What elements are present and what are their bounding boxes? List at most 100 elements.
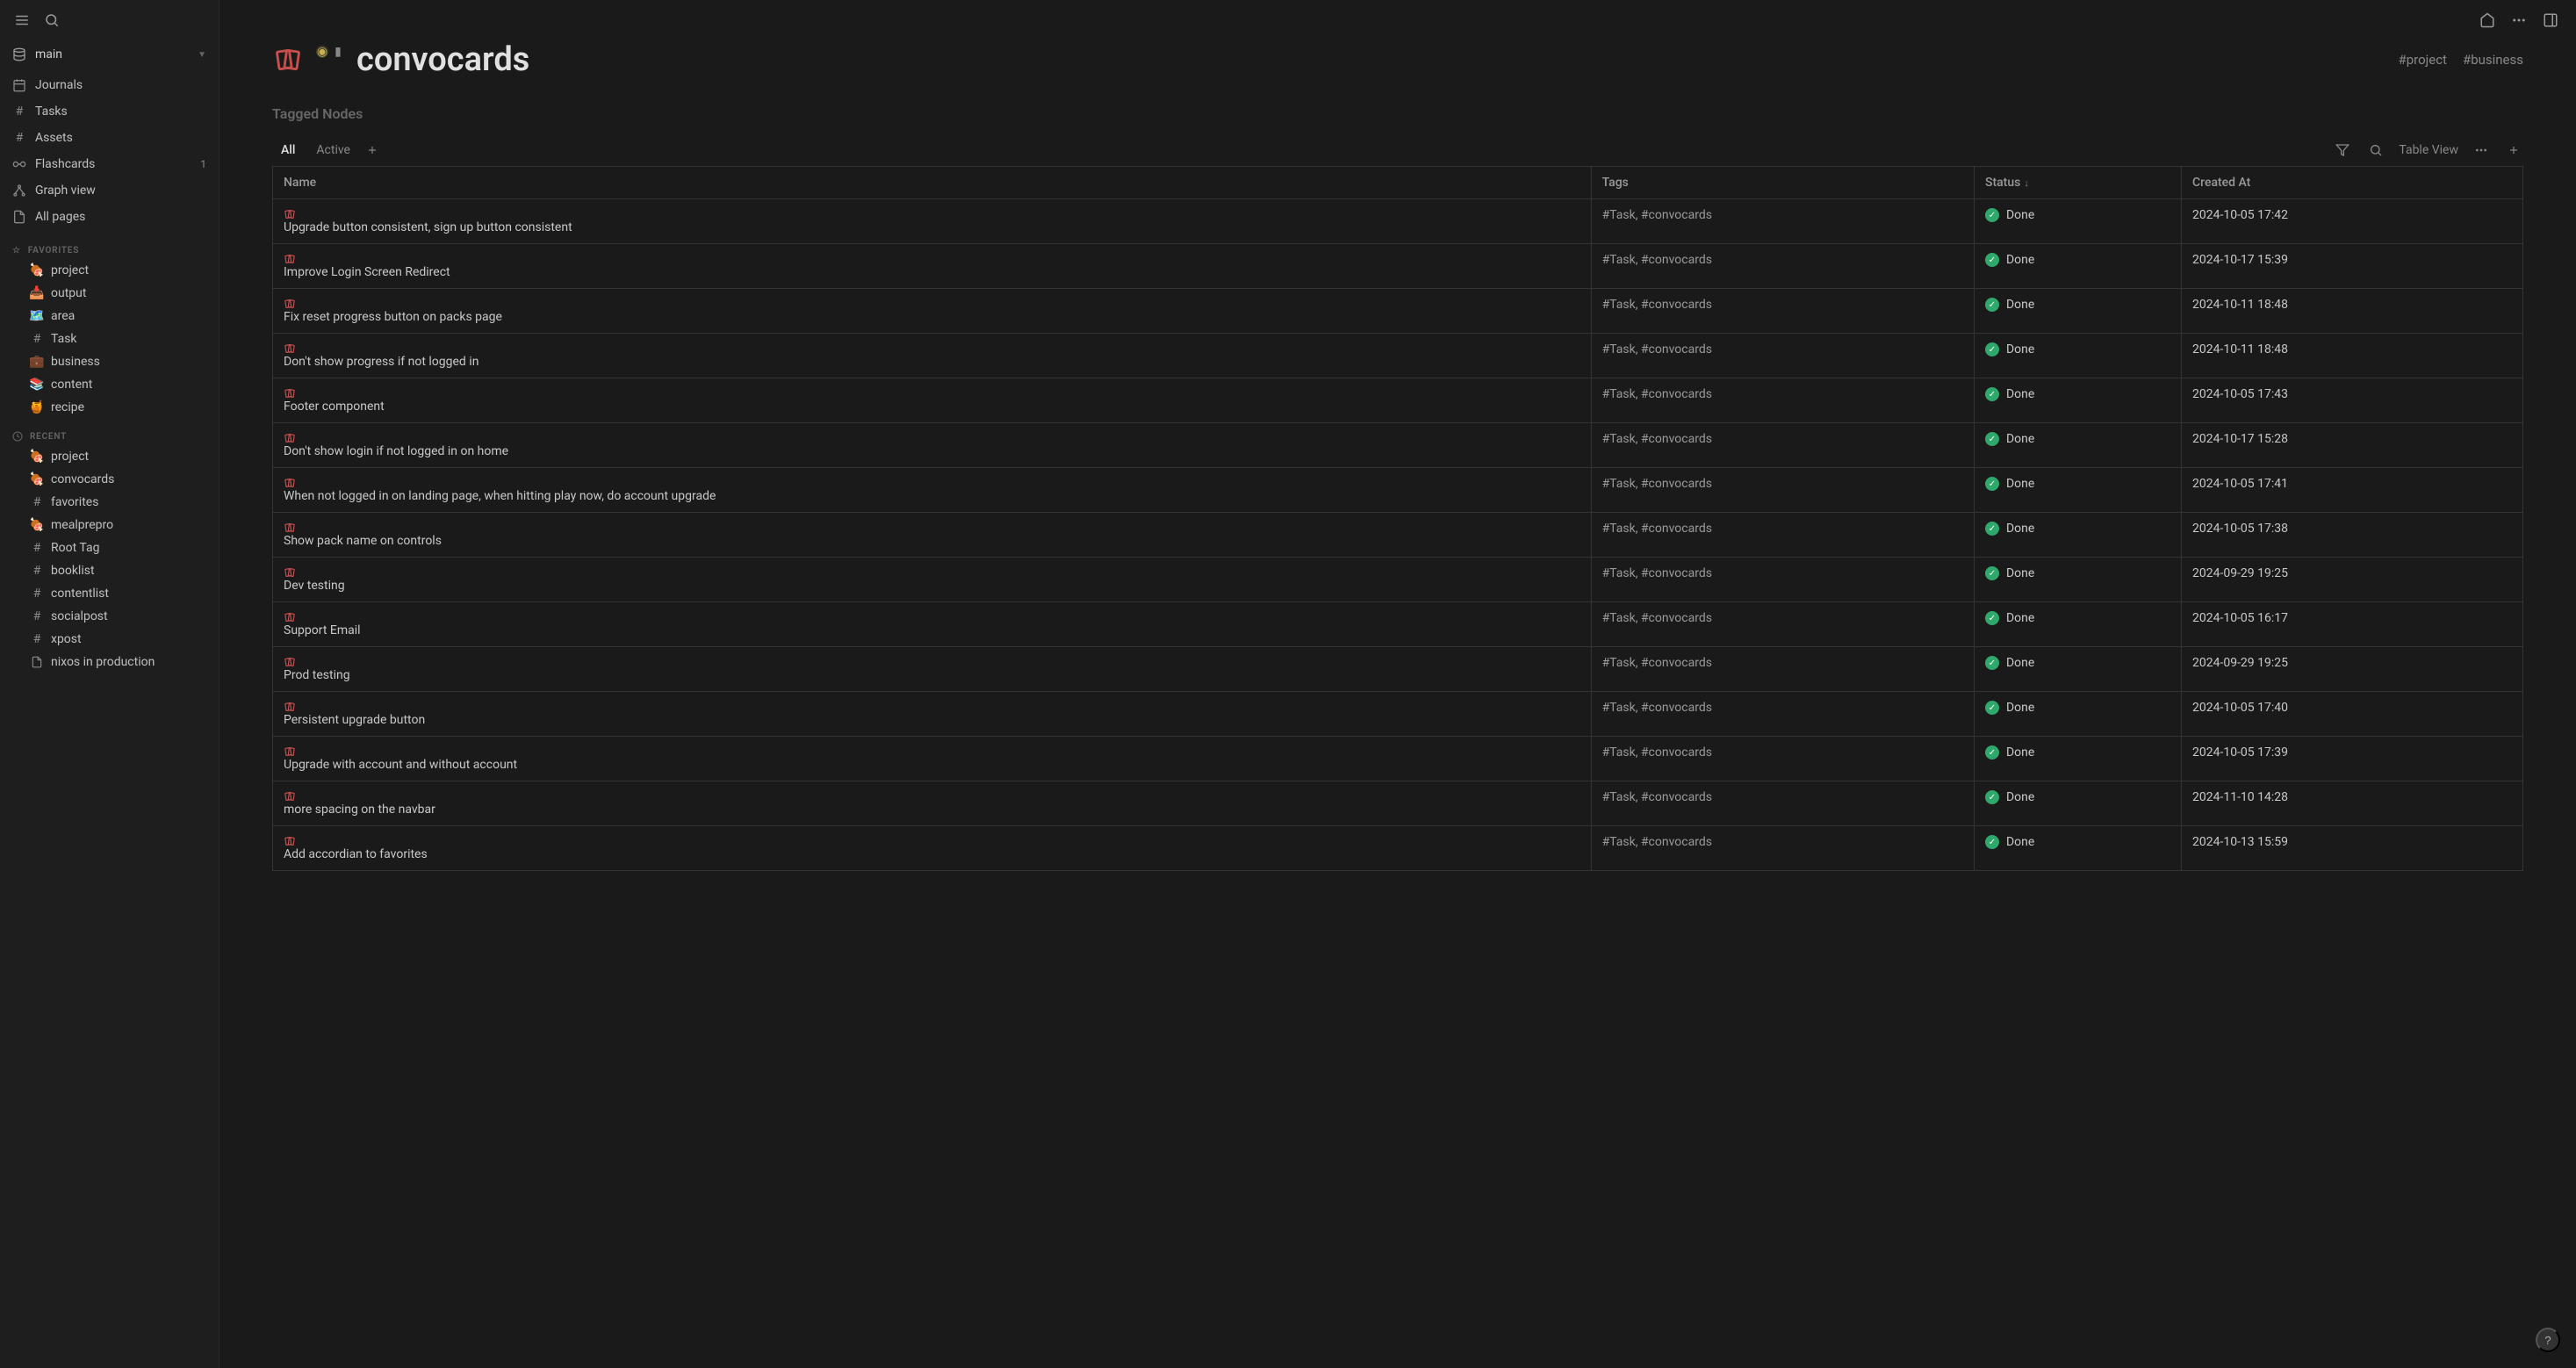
task-name: Add accordian to favorites	[284, 847, 428, 861]
table-row[interactable]: Dev testing#Task, #convocards✓Done2024-0…	[273, 558, 2523, 602]
task-name: Don't show login if not logged in on hom…	[284, 444, 508, 458]
item-label: project	[51, 263, 89, 277]
recent-item[interactable]: 🍖mealprepro	[0, 514, 219, 536]
recent-item[interactable]: 🍖convocards	[0, 468, 219, 491]
favorite-item[interactable]: 📥output	[0, 282, 219, 305]
status-done-icon: ✓	[1985, 656, 1999, 670]
search-button[interactable]	[44, 12, 60, 28]
status-label: Done	[2006, 432, 2034, 446]
cards-icon	[284, 208, 1580, 220]
table-search-button[interactable]	[2365, 140, 2386, 161]
task-name: Prod testing	[284, 668, 350, 682]
home-button[interactable]	[2479, 12, 2495, 28]
table-row[interactable]: Improve Login Screen Redirect#Task, #con…	[273, 244, 2523, 289]
nav-all-pages[interactable]: All pages	[0, 204, 219, 230]
recent-item[interactable]: #Root Tag	[0, 536, 219, 559]
view-label[interactable]: Table View	[2399, 143, 2458, 157]
created-at: 2024-10-05 16:17	[2181, 602, 2522, 647]
table-row[interactable]: Add accordian to favorites #Task, #convoc…	[273, 826, 2523, 871]
cards-icon	[284, 342, 1580, 355]
nav-assets[interactable]: # Assets	[0, 125, 219, 151]
favorite-item[interactable]: 💼business	[0, 350, 219, 373]
hash-icon: #	[30, 632, 44, 646]
nav-graph[interactable]: Graph view	[0, 177, 219, 204]
sort-descending-icon: ↓	[2024, 177, 2029, 189]
more-button[interactable]	[2511, 12, 2527, 28]
status-done-icon: ✓	[1985, 298, 1999, 312]
add-view-button[interactable]	[2504, 140, 2523, 160]
favorite-item[interactable]: #Task	[0, 328, 219, 350]
cards-icon	[284, 298, 1580, 310]
table-row[interactable]: Upgrade with account and without account…	[273, 737, 2523, 781]
table-row[interactable]: Don't show progress if not logged in#Tas…	[273, 334, 2523, 378]
created-at: 2024-10-05 17:38	[2181, 513, 2522, 558]
view-more-button[interactable]	[2471, 140, 2492, 161]
tab-active[interactable]: Active	[307, 138, 359, 162]
workspace-selector[interactable]: main ▼	[0, 40, 219, 68]
dots-icon	[2474, 143, 2488, 157]
panel-icon	[2543, 12, 2558, 28]
status-label: Done	[2006, 387, 2034, 401]
table-row[interactable]: Footer component#Task, #convocards✓Done2…	[273, 378, 2523, 423]
table-row[interactable]: Fix reset progress button on packs page#…	[273, 289, 2523, 334]
filter-button[interactable]	[2332, 140, 2353, 161]
task-tags: #Task, #convocards	[1602, 835, 1712, 849]
created-at: 2024-10-05 17:39	[2181, 737, 2522, 781]
menu-toggle-button[interactable]	[14, 12, 30, 28]
table-row[interactable]: Show pack name on controls#Task, #convoc…	[273, 513, 2523, 558]
task-name: When not logged in on landing page, when…	[284, 489, 716, 503]
recent-item[interactable]: #contentlist	[0, 582, 219, 605]
clock-icon	[12, 431, 23, 442]
recent-item[interactable]: #booklist	[0, 559, 219, 582]
cards-icon	[273, 45, 303, 75]
column-status[interactable]: Status↓	[1974, 167, 2181, 199]
task-name: Show pack name on controls	[284, 534, 442, 548]
favorite-item[interactable]: 🍯recipe	[0, 396, 219, 419]
nav-tasks[interactable]: # Tasks	[0, 98, 219, 125]
status-done-icon: ✓	[1985, 387, 1999, 401]
plus-icon	[366, 144, 378, 156]
column-tags[interactable]: Tags	[1591, 167, 1974, 199]
table-row[interactable]: Persistent upgrade button#Task, #convoca…	[273, 692, 2523, 737]
table-row[interactable]: When not logged in on landing page, when…	[273, 468, 2523, 513]
table-row[interactable]: more spacing on the navbar#Task, #convoc…	[273, 781, 2523, 826]
recent-item[interactable]: nixos in production	[0, 651, 219, 673]
created-at: 2024-10-05 17:40	[2181, 692, 2522, 737]
database-icon	[12, 47, 26, 61]
item-label: Task	[51, 332, 77, 346]
tab-all[interactable]: All	[272, 138, 304, 162]
status-done-icon: ✓	[1985, 522, 1999, 536]
created-at: 2024-09-29 19:25	[2181, 558, 2522, 602]
page-tag[interactable]: #business	[2463, 52, 2523, 68]
status-label: Done	[2006, 298, 2034, 312]
status-label: Done	[2006, 835, 2034, 849]
cards-icon	[284, 522, 1580, 534]
table-row[interactable]: Don't show login if not logged in on hom…	[273, 423, 2523, 468]
created-at: 2024-10-13 15:59	[2181, 826, 2522, 871]
help-button[interactable]: ?	[2536, 1328, 2560, 1352]
panel-toggle-button[interactable]	[2543, 12, 2558, 28]
favorite-item[interactable]: 🍖project	[0, 259, 219, 282]
created-at: 2024-11-10 14:28	[2181, 781, 2522, 826]
status-label: Done	[2006, 253, 2034, 267]
status-done-icon: ✓	[1985, 790, 1999, 804]
recent-item[interactable]: #socialpost	[0, 605, 219, 628]
recent-item[interactable]: 🍖project	[0, 445, 219, 468]
page-tag[interactable]: #project	[2399, 52, 2447, 68]
task-tags: #Task, #convocards	[1602, 253, 1712, 267]
nav-flashcards[interactable]: Flashcards 1	[0, 151, 219, 177]
column-created[interactable]: Created At	[2181, 167, 2522, 199]
table-row[interactable]: Upgrade button consistent, sign up butto…	[273, 199, 2523, 244]
recent-item[interactable]: #favorites	[0, 491, 219, 514]
favorite-item[interactable]: 🗺️area	[0, 305, 219, 328]
table-row[interactable]: Prod testing#Task, #convocards✓Done2024-…	[273, 647, 2523, 692]
table-row[interactable]: Support Email#Task, #convocards✓Done2024…	[273, 602, 2523, 647]
nav-journals[interactable]: Journals	[0, 72, 219, 98]
recent-item[interactable]: #xpost	[0, 628, 219, 651]
favorite-item[interactable]: 📚content	[0, 373, 219, 396]
dots-icon	[2511, 12, 2527, 28]
map-icon: 🗺️	[30, 309, 44, 323]
add-tab-button[interactable]	[363, 140, 382, 160]
created-at: 2024-10-05 17:42	[2181, 199, 2522, 244]
column-name[interactable]: Name	[273, 167, 1592, 199]
